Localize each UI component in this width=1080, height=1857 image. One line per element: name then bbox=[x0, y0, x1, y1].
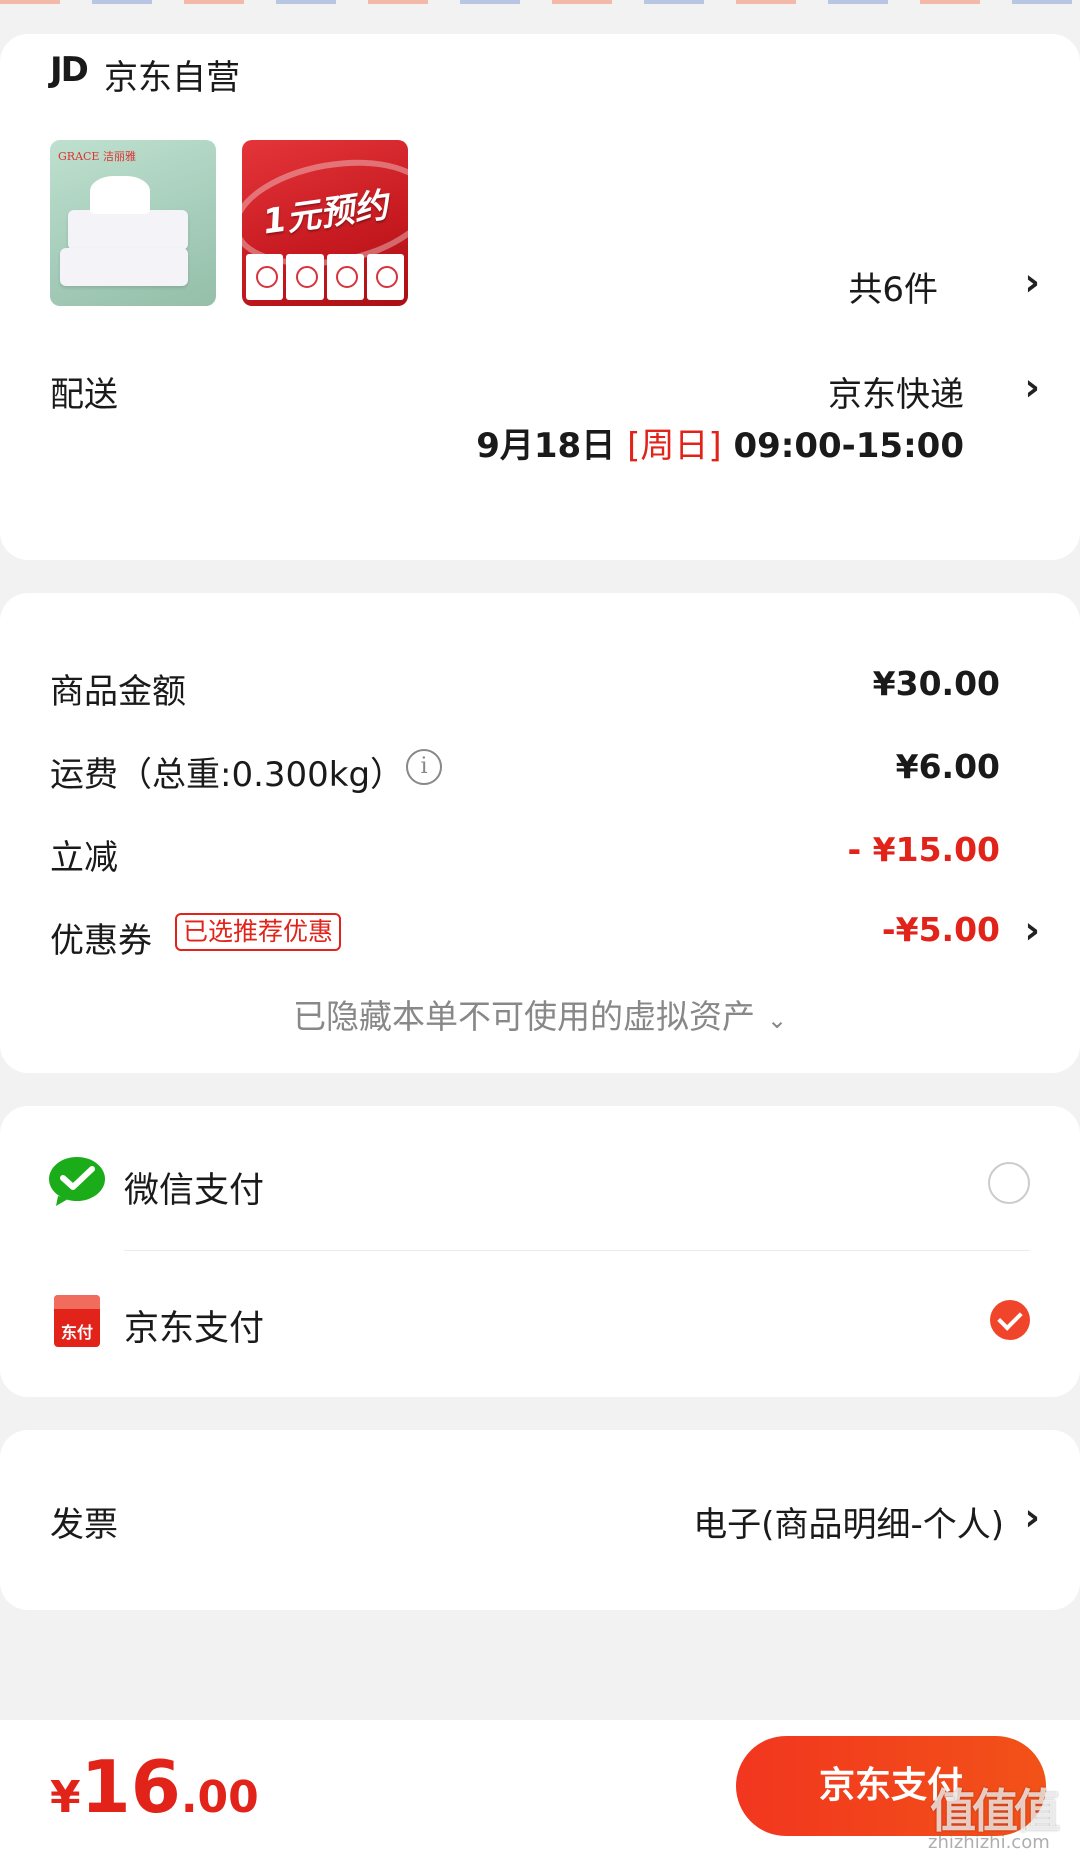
tissue-box-bottom-stack bbox=[60, 248, 188, 286]
delivery-weekday: [周日] bbox=[627, 426, 722, 466]
chevron-right-icon[interactable]: › bbox=[1024, 1495, 1040, 1539]
coupon-value[interactable]: -¥5.00 bbox=[882, 910, 1000, 949]
goods-amount-label: 商品金额 bbox=[50, 672, 186, 712]
payment-methods-card bbox=[0, 1106, 1080, 1397]
shipping-fee-value: ¥6.00 bbox=[895, 747, 1000, 786]
tissue-box-top-stack bbox=[68, 210, 188, 250]
total-integer: 16 bbox=[80, 1745, 181, 1829]
coupon-recommended-tag: 已选推荐优惠 bbox=[175, 913, 342, 951]
free-icon bbox=[366, 254, 404, 300]
jd-pay-icon: 东付 bbox=[54, 1295, 100, 1347]
product-thumbnail-tissue[interactable]: GRACE 洁丽雅 bbox=[50, 140, 216, 306]
goods-amount-value: ¥30.00 bbox=[872, 664, 1000, 703]
delivery-label: 配送 bbox=[50, 375, 118, 415]
shop-name[interactable]: 京东自营 bbox=[104, 50, 240, 99]
chevron-down-icon: ⌄ bbox=[766, 1006, 788, 1034]
watermark-url: zhizhizhi.com bbox=[928, 1832, 1050, 1853]
instant-discount-value: - ¥15.00 bbox=[847, 830, 1000, 869]
jd-logo: JD bbox=[50, 50, 89, 90]
promo-benefit-icons bbox=[246, 254, 404, 300]
jd-pay-radio-checked[interactable] bbox=[990, 1300, 1030, 1340]
wechat-pay-icon bbox=[49, 1157, 105, 1206]
wechat-pay-label[interactable]: 微信支付 bbox=[124, 1162, 264, 1213]
delivery-window: 09:00-15:00 bbox=[733, 426, 964, 466]
divider bbox=[124, 1250, 1030, 1251]
currency-symbol: ¥ bbox=[50, 1772, 81, 1823]
jd-pay-label[interactable]: 京东支付 bbox=[124, 1300, 264, 1351]
shipping-fee-label: 运费（总重:0.300kg） bbox=[50, 755, 405, 795]
chevron-right-icon[interactable]: › bbox=[1024, 908, 1040, 952]
tissue-paper bbox=[90, 176, 150, 214]
jd-pay-icon-text: 东付 bbox=[60, 1323, 93, 1342]
hidden-assets-text: 已隐藏本单不可使用的虚拟资产 bbox=[292, 997, 755, 1036]
shipping-icon bbox=[326, 254, 364, 300]
chevron-right-icon[interactable]: › bbox=[1024, 260, 1040, 304]
product-thumbnail-promo[interactable]: 1元预约 bbox=[242, 140, 408, 306]
order-total: ¥16.00 bbox=[50, 1745, 259, 1829]
info-icon[interactable]: i bbox=[406, 749, 442, 785]
chevron-right-icon[interactable]: › bbox=[1024, 365, 1040, 409]
gift-icon bbox=[246, 254, 284, 300]
coupon-label: 优惠券 bbox=[50, 921, 152, 961]
total-decimal: .00 bbox=[180, 1772, 259, 1823]
hidden-assets-toggle[interactable]: 已隐藏本单不可使用的虚拟资产 ⌄ bbox=[0, 990, 1080, 1038]
brand-logo: GRACE 洁丽雅 bbox=[58, 150, 136, 163]
instant-discount-label: 立减 bbox=[50, 838, 118, 878]
price-protect-icon bbox=[286, 254, 324, 300]
airmail-border-strip bbox=[0, 0, 1080, 4]
item-count[interactable]: 共6件 bbox=[848, 262, 938, 311]
invoice-value[interactable]: 电子(商品明细-个人) bbox=[693, 1497, 1004, 1546]
delivery-time[interactable]: 9月18日 [周日] 09:00-15:00 bbox=[476, 418, 964, 467]
delivery-method[interactable]: 京东快递 bbox=[828, 367, 964, 416]
wechat-pay-radio[interactable] bbox=[988, 1162, 1030, 1204]
invoice-label: 发票 bbox=[50, 1505, 118, 1545]
delivery-date: 9月18日 bbox=[476, 426, 616, 466]
